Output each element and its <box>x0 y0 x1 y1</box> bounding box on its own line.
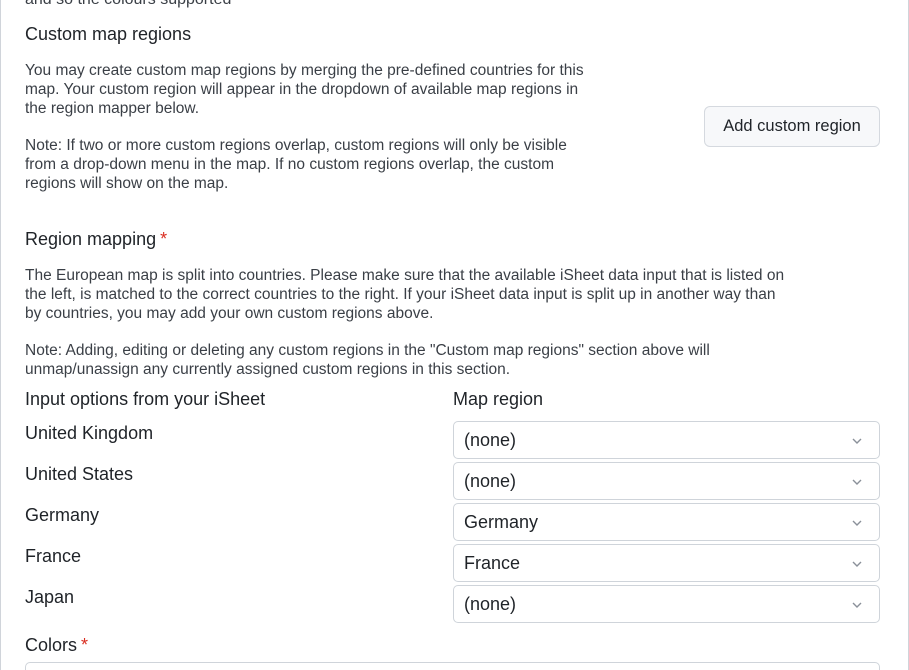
map-region-select[interactable]: France <box>453 544 880 582</box>
custom-regions-note-line: regions will show on the map. <box>25 175 229 192</box>
map-region-select[interactable]: Germany <box>453 503 880 541</box>
custom-regions-description-line: You may create custom map regions by mer… <box>25 62 584 79</box>
input-option-label: United States <box>25 464 134 484</box>
input-option-label: Germany <box>25 505 100 525</box>
custom-regions-description-line: the region mapper below. <box>25 100 200 117</box>
region-mapping-title-text: Region mapping <box>25 229 157 249</box>
cut-off-text: and so the colours supported <box>25 0 231 9</box>
add-custom-region-button[interactable]: Add custom region <box>704 106 880 147</box>
chevron-down-icon <box>852 520 862 526</box>
custom-regions-description: You may create custom map regions by mer… <box>25 61 675 118</box>
map-region-select[interactable]: (none) <box>453 421 880 459</box>
map-region-select[interactable]: (none) <box>453 585 880 623</box>
region-mapping-note-line: unmap/unassign any currently assigned cu… <box>25 361 511 378</box>
region-mapping-note: Note: Adding, editing or deleting any cu… <box>25 341 895 379</box>
custom-regions-note: Note: If two or more custom regions over… <box>25 136 675 193</box>
input-option-label: France <box>25 546 82 566</box>
chevron-down-icon <box>852 602 862 608</box>
chevron-down-icon <box>852 561 862 567</box>
input-option-label: United Kingdom <box>25 423 154 443</box>
input-options-header: Input options from your iSheet <box>25 389 266 409</box>
map-region-select-value: (none) <box>464 593 517 614</box>
map-region-select-value: Germany <box>464 511 539 532</box>
region-mapping-description-line: by countries, you may add your own custo… <box>25 305 434 322</box>
map-region-select[interactable]: (none) <box>453 462 880 500</box>
region-mapping-description: The European map is split into countries… <box>25 266 895 323</box>
chevron-down-icon <box>852 438 862 444</box>
input-option-label: Japan <box>25 587 75 607</box>
custom-regions-note-line: Note: If two or more custom regions over… <box>25 137 567 154</box>
colors-field[interactable] <box>25 662 880 670</box>
required-marker: * <box>160 229 168 249</box>
settings-panel: and so the colours supported Custom map … <box>0 0 909 670</box>
region-mapping-note-line: Note: Adding, editing or deleting any cu… <box>25 342 710 359</box>
custom-regions-description-line: map. Your custom region will appear in t… <box>25 81 579 98</box>
map-region-select-value: (none) <box>464 429 517 450</box>
chevron-down-icon <box>852 479 862 485</box>
colors-title-text: Colors <box>25 635 78 655</box>
region-mapping-description-line: The European map is split into countries… <box>25 267 785 284</box>
map-region-header: Map region <box>453 389 544 409</box>
custom-regions-title-text: Custom map regions <box>25 24 192 44</box>
custom-regions-note-line: from a drop-down menu in the map. If no … <box>25 156 554 173</box>
map-region-select-value: (none) <box>464 470 517 491</box>
map-region-select-value: France <box>464 552 521 573</box>
region-mapping-title: Region mapping * <box>25 229 167 250</box>
custom-regions-title: Custom map regions <box>25 24 191 45</box>
colors-title: Colors * <box>25 635 88 656</box>
required-marker: * <box>81 635 89 655</box>
region-mapping-description-line: the left, is matched to the correct coun… <box>25 286 776 303</box>
